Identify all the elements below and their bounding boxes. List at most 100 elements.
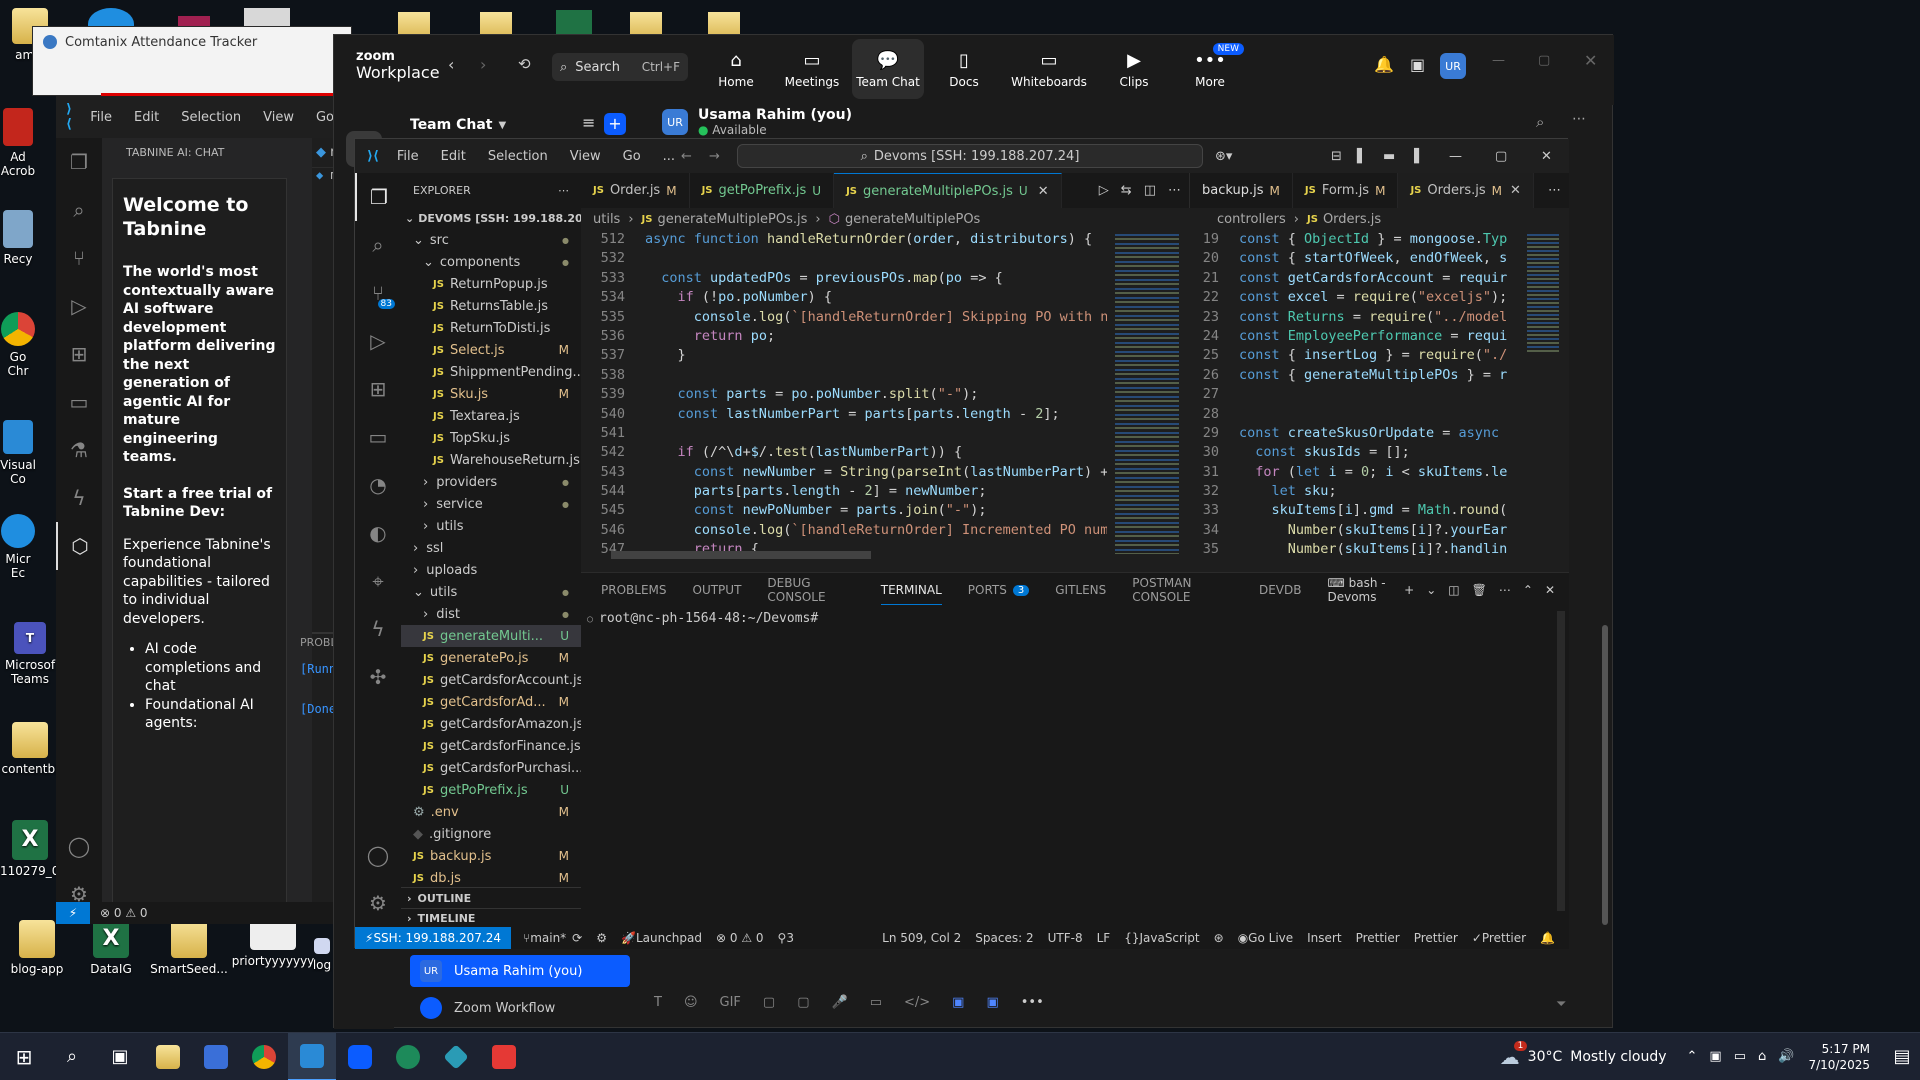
kill-terminal-icon[interactable]: 🗑 [1472,583,1487,597]
tree-file[interactable]: JS Textarea.js [401,405,581,427]
lightning-icon[interactable]: ϟ [56,474,102,522]
launchpad[interactable]: 🚀 Launchpad [621,931,702,945]
team-chat-title[interactable]: Team Chat [410,117,492,133]
new-terminal-icon[interactable]: + [1404,583,1414,597]
zoom-taskbar-icon[interactable] [336,1033,384,1080]
tab-generatemultiplepos-js[interactable]: JS generateMultiplePOs.js U ✕ [834,173,1062,208]
minimize-icon[interactable]: — [1449,149,1462,164]
lightning-icon[interactable]: ϟ [355,605,401,653]
panel-tab-devdb[interactable]: DEVDB [1259,575,1302,605]
tree-folder[interactable]: › ssl [401,537,581,559]
chevron-up-icon[interactable]: ⌃ [1687,1049,1698,1064]
avatar[interactable]: UR [662,109,688,135]
file-icon[interactable]: ▢ [763,995,775,1010]
code-editor-right[interactable]: 19 const { ObjectId } = mongoose.Typ 20 con… [1189,230,1569,572]
search-icon[interactable]: ⌕ [56,186,102,234]
tree-file[interactable]: JS Select.js M [401,339,581,361]
desktop-icon-contentbl[interactable]: contentbl [0,722,60,776]
indentation[interactable]: Spaces: 2 [975,931,1033,945]
back-arrow-icon[interactable]: ‹ [448,55,454,74]
nav-forward-icon[interactable]: → [709,149,720,164]
new-chat-button[interactable]: + [604,113,626,135]
split-editor-icon[interactable]: ◫ [1144,183,1156,198]
tray-app-icon[interactable]: ▭ [1734,1049,1746,1064]
go-live[interactable]: ◉ Go Live [1238,931,1293,945]
account-icon[interactable]: ◯ [355,831,401,879]
run-debug-icon[interactable]: ▷ [355,317,401,365]
forward-arrow-icon[interactable]: › [480,55,486,74]
tree-file[interactable]: JS generatePo.js M [401,647,581,669]
source-control-icon[interactable]: ⑂ 83 [355,269,401,317]
close-icon[interactable]: ✕ [1541,149,1552,164]
copilot-status-icon[interactable]: ⊛ [1214,931,1224,945]
menu-selection[interactable]: Selection [488,149,548,164]
panel-tab-output[interactable]: OUTPUT [693,575,742,605]
tree-file[interactable]: JS WarehouseReturn.js [401,449,581,471]
tree-file[interactable]: JS getCardsforFinance.js [401,735,581,757]
back-vscode-window[interactable]: ⟩⟨ File Edit Selection View Go ❐ ⌕ ⑂ ▷ ⊞… [56,96,376,924]
git-branch[interactable]: ⑂ main* ⟳ [523,931,582,945]
remote-indicator[interactable]: ⚡ [56,902,90,924]
nav-meetings[interactable]: ▭ Meetings [776,39,848,99]
file-explorer-icon[interactable] [144,1033,192,1080]
menu-selection[interactable]: Selection [181,110,241,125]
video-message-icon[interactable]: ▭ [870,995,882,1010]
desktop-icon-edge[interactable]: Micr Ec [0,514,36,580]
menu-file[interactable]: File [90,110,112,125]
language-mode[interactable]: {} JavaScript [1124,931,1199,945]
testing-icon[interactable]: ⚗ [56,426,102,474]
breadcrumb-folder[interactable]: controllers [1217,212,1286,227]
calendar-icon[interactable]: ▣ [1410,55,1425,74]
terminal-selector[interactable]: ⌨ bash - Devoms [1327,576,1392,604]
tree-file[interactable]: JS Sku.js M [401,383,581,405]
tree-file[interactable]: JS backup.js M [401,845,581,867]
cursor-position[interactable]: Ln 509, Col 2 [882,931,961,945]
minimap-right[interactable] [1525,230,1561,572]
app-taskbar-icon[interactable] [432,1033,480,1080]
network-icon[interactable]: ⌂ [1758,1049,1766,1064]
command-center[interactable]: ⌕ Devoms [SSH: 199.188.207.24] [737,144,1203,168]
panel-tab-postman-console[interactable]: POSTMAN CONSOLE [1132,575,1233,605]
tree-file[interactable]: ⚙ .env M [401,801,581,823]
tree-folder[interactable]: › uploads [401,559,581,581]
desktop-icon-chrome[interactable]: Go Chr [0,312,36,378]
run-debug-icon[interactable]: ▷ [56,282,102,330]
tree-file[interactable]: JS ReturnToDisti.js [401,317,581,339]
start-button[interactable]: ⊞ [0,1033,48,1080]
menu-view[interactable]: View [263,110,294,125]
tree-file[interactable]: JS ReturnsTable.js [401,295,581,317]
volume-icon[interactable]: 🔊 [1778,1049,1794,1064]
vscode-taskbar-icon[interactable] [288,1032,336,1080]
source-control-icon[interactable]: ⑂ [56,234,102,282]
ports-count[interactable]: ⚲ 3 [778,931,794,945]
send-icon[interactable]: ⏷ [1556,997,1566,1012]
code-snippet-icon[interactable]: </> [904,995,930,1010]
attendance-window[interactable]: Comtanix Attendance Tracker [32,26,361,99]
minimap-left[interactable] [1107,230,1187,572]
minimize-icon[interactable]: — [1492,53,1505,68]
task-view-icon[interactable]: ▣ [96,1033,144,1080]
sidebar-item-self[interactable]: UR Usama Rahim (you) [410,955,630,987]
maximize-icon[interactable]: ▢ [1495,149,1507,164]
workspace-root[interactable]: ⌄ DEVOMS [SSH: 199.188.20... [401,207,581,229]
nav-home[interactable]: ⌂ Home [700,39,772,99]
zoom-search[interactable]: ⌕ Search Ctrl+F [552,53,688,81]
desktop-icon-recycle[interactable]: Recy [0,210,36,266]
tree-file[interactable]: JS getPoPrefix.js U [401,779,581,801]
close-icon[interactable]: ✕ [1584,51,1597,70]
tree-file[interactable]: JS TopSku.js [401,427,581,449]
close-tab-icon[interactable]: ✕ [1510,183,1521,198]
sidebar-item-zoom-workflow[interactable]: Zoom Workflow [410,993,630,1023]
weather-widget[interactable]: ☁ 1 30°C Mostly cloudy [1500,1040,1667,1069]
tree-file[interactable]: JS db.js M [401,867,581,889]
gitlens-icon[interactable]: ◔ [355,461,401,509]
vscode-window[interactable]: ⟩⟨ File Edit Selection View Go ... ← → ⌕… [354,138,1569,949]
history-icon[interactable]: ⟲ [518,55,531,73]
extensions-icon[interactable]: ⊞ [355,365,401,413]
desktop-icon-smartseed[interactable]: SmartSeed... [148,920,230,976]
nav-clips[interactable]: ▶ Clips [1098,39,1170,99]
extensions-icon[interactable]: ⊞ [56,330,102,378]
panel-tab-ports[interactable]: PORTS 3 [968,575,1030,605]
tree-file[interactable]: JS getCardsforPurchasi... [401,757,581,779]
tree-file[interactable]: JS ReturnPopup.js [401,273,581,295]
